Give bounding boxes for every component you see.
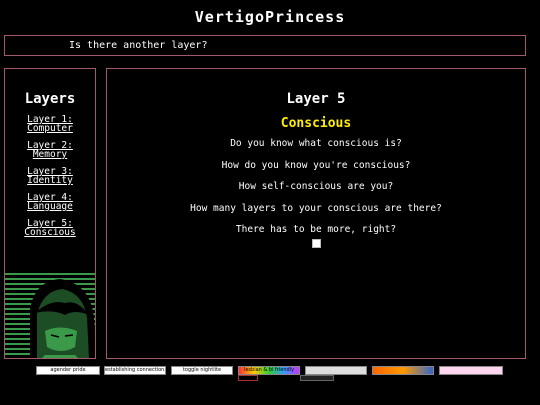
character-portrait-image bbox=[5, 273, 95, 358]
footer-button-pink[interactable] bbox=[439, 366, 503, 375]
sidebar-title: Layers bbox=[24, 91, 76, 107]
content-line: How do you know you're conscious? bbox=[221, 159, 411, 171]
nav-link-layer-5[interactable]: Layer 5: Conscious bbox=[5, 219, 95, 238]
footer-small-badge-red[interactable] bbox=[205, 375, 233, 381]
nav-link-layer-4[interactable]: Layer 4: Language bbox=[5, 193, 95, 212]
site-title: VertigoPrincess bbox=[194, 8, 346, 26]
nav-link-label: Conscious bbox=[24, 227, 76, 238]
marquee-bar: Is there another layer? bbox=[4, 35, 526, 56]
layer-nav: Layer 1: Computer Layer 2: Memory Layer 3:… bbox=[5, 115, 95, 245]
nav-link-label: Computer bbox=[27, 123, 73, 134]
footer-small-badge-grey[interactable] bbox=[300, 375, 334, 381]
content-line: How self-conscious are you? bbox=[238, 181, 394, 192]
footer-button-orange[interactable] bbox=[372, 366, 434, 375]
marquee-text: Is there another layer? bbox=[69, 40, 208, 51]
content-line: Do you know what conscious is? bbox=[230, 138, 402, 149]
nav-link-label: Identity bbox=[27, 175, 73, 186]
footer-small-badge-dark[interactable] bbox=[238, 375, 258, 381]
footer-button-friendly[interactable]: lesbian & bi friendly bbox=[238, 366, 300, 375]
nav-link-layer-3[interactable]: Layer 3: Identity bbox=[5, 167, 95, 186]
sidebar: Layers Layer 1: Computer Layer 2: Memory L… bbox=[4, 68, 96, 359]
nav-link-label: Memory bbox=[32, 149, 68, 160]
content-line: There has to be more, right? bbox=[235, 224, 397, 235]
footer-button-row: agender pride establishing connection...… bbox=[0, 366, 540, 386]
nav-link-label: Language bbox=[27, 201, 73, 212]
footer-button-agender-pride[interactable]: agender pride bbox=[36, 366, 100, 375]
content-lines: Do you know what conscious is? How do yo… bbox=[107, 139, 525, 247]
page-title: Layer 5 bbox=[286, 91, 346, 107]
main-content-panel: Layer 5 Conscious Do you know what consc… bbox=[106, 68, 526, 359]
nav-link-layer-2[interactable]: Layer 2: Memory bbox=[5, 141, 95, 160]
footer-button-connection[interactable]: establishing connection... bbox=[104, 366, 166, 375]
content-line: How many layers to your conscious are th… bbox=[190, 202, 442, 214]
page-subtitle: Conscious bbox=[280, 116, 352, 131]
footer-button-grey[interactable] bbox=[305, 366, 367, 375]
footer-button-nightlite[interactable]: toggle nightlite bbox=[171, 366, 233, 375]
broken-image-icon bbox=[312, 239, 321, 248]
nav-link-layer-1[interactable]: Layer 1: Computer bbox=[5, 115, 95, 134]
